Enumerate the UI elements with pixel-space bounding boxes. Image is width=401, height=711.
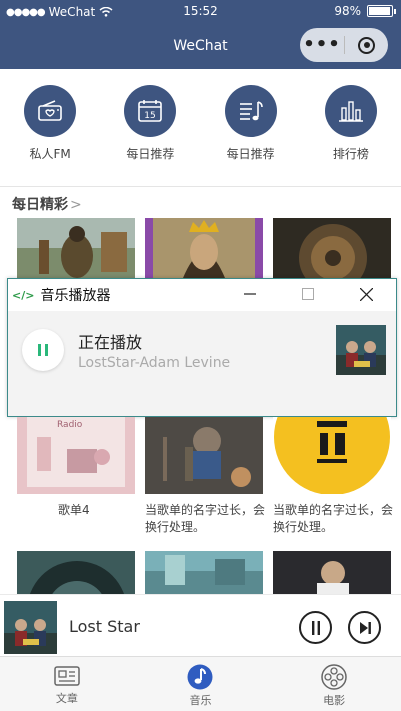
section-title: 每日精彩 [12,197,68,213]
close-target-icon [358,36,375,54]
minimize-icon [244,293,256,295]
playlist-caption: 歌单4 [58,503,90,517]
playlist-cover[interactable] [273,218,391,278]
playlist-cover[interactable] [145,218,263,278]
playlist-caption: 当歌单的名字过长，会换行处理。 [273,503,394,534]
music-icon [187,664,213,690]
playlist-cover[interactable] [17,551,135,594]
maximize-icon [302,288,314,300]
playlist-cover-art [145,551,263,594]
playlist-cover-art [273,218,391,278]
mini-player[interactable]: Lost Star [0,594,401,656]
playlist-cover[interactable] [145,551,263,594]
playlist-cover-art [17,551,135,594]
tab-music[interactable]: 音乐 [150,657,250,711]
minimize-button[interactable] [236,283,264,305]
playlist-cover[interactable] [273,551,391,594]
category-daily-2[interactable]: 每日推荐 [211,85,291,186]
close-icon [359,287,373,301]
tab-label: 电影 [323,694,346,707]
status-bar: ●●●●● WeChat 15:52 98% [0,0,401,24]
next-button[interactable] [348,611,381,644]
window-close-button[interactable] [352,283,380,305]
playlist-cover[interactable]: Radio [17,417,135,494]
track-artist: LostStar-Adam Levine [78,355,231,371]
window-title: 音乐播放器 [40,288,111,304]
music-list-icon [224,85,277,137]
svg-text:Radio: Radio [57,420,83,430]
category-ranking[interactable]: 排行榜 [311,85,391,186]
chevron-right-icon: > [70,197,82,213]
more-button[interactable]: ••• [300,28,344,62]
capsule-menu: ••• [300,28,388,62]
playlist-cover-art: Radio [17,417,135,494]
maximize-button[interactable] [294,283,322,305]
chart-icon [324,85,377,137]
window-body: 正在播放 LostStar-Adam Levine [8,311,396,416]
pause-button[interactable] [22,329,64,371]
playlist-cover-art [145,218,263,278]
calendar-icon: 15 [124,85,177,137]
film-icon [321,664,347,690]
app-code-icon: </> [12,288,35,302]
tab-label: 音乐 [189,694,212,707]
close-button[interactable] [345,36,388,54]
skip-next-icon [359,621,371,634]
calendar-day: 15 [145,111,156,121]
category-label: 私人FM [29,147,71,161]
pause-icon-bar [38,344,41,356]
mini-player-cover [4,601,57,654]
pause-icon [311,620,320,635]
album-art [336,325,386,375]
article-icon [54,666,80,686]
tab-label: 文章 [55,692,78,705]
album-art [4,601,57,654]
tab-article[interactable]: 文章 [17,657,117,711]
category-label: 每日推荐 [226,147,275,161]
playlist-cover[interactable] [17,218,135,278]
section-header[interactable]: 每日精彩 > [12,194,82,214]
category-row: 私人FM 15 每日推荐 每日推荐 排行榜 [0,69,401,187]
song-title: Lost Star [69,617,140,636]
playlist-cover[interactable] [273,417,391,494]
pause-button[interactable] [299,611,332,644]
playlist-caption: 当歌单的名字过长，会换行处理。 [145,503,266,534]
tab-bar: 文章 音乐 电影 [0,656,401,711]
playlist-cover-art [273,417,391,494]
window-title-bar: </> 音乐播放器 [8,279,396,311]
music-player-window: </> 音乐播放器 正在播放 LostStar-Adam Levine [7,278,397,417]
category-label: 每日推荐 [126,147,175,161]
radio-icon [24,85,77,137]
category-private-fm[interactable]: 私人FM [10,85,90,186]
top-bar: ●●●●● WeChat 15:52 98% WeChat ••• [0,0,401,69]
category-label: 排行榜 [332,147,369,161]
playing-status: 正在播放 [78,333,143,352]
battery-icon [367,5,396,17]
playlist-cover-art [273,551,391,594]
playlist-cover-art [17,218,135,278]
album-thumbnail [336,325,386,375]
tab-film[interactable]: 电影 [284,657,384,711]
playlist-cover[interactable] [145,417,263,494]
battery-percent: 98% [334,4,361,18]
category-daily-1[interactable]: 15 每日推荐 [110,85,190,186]
pause-icon-bar [45,344,48,356]
playlist-cover-art [145,417,263,494]
